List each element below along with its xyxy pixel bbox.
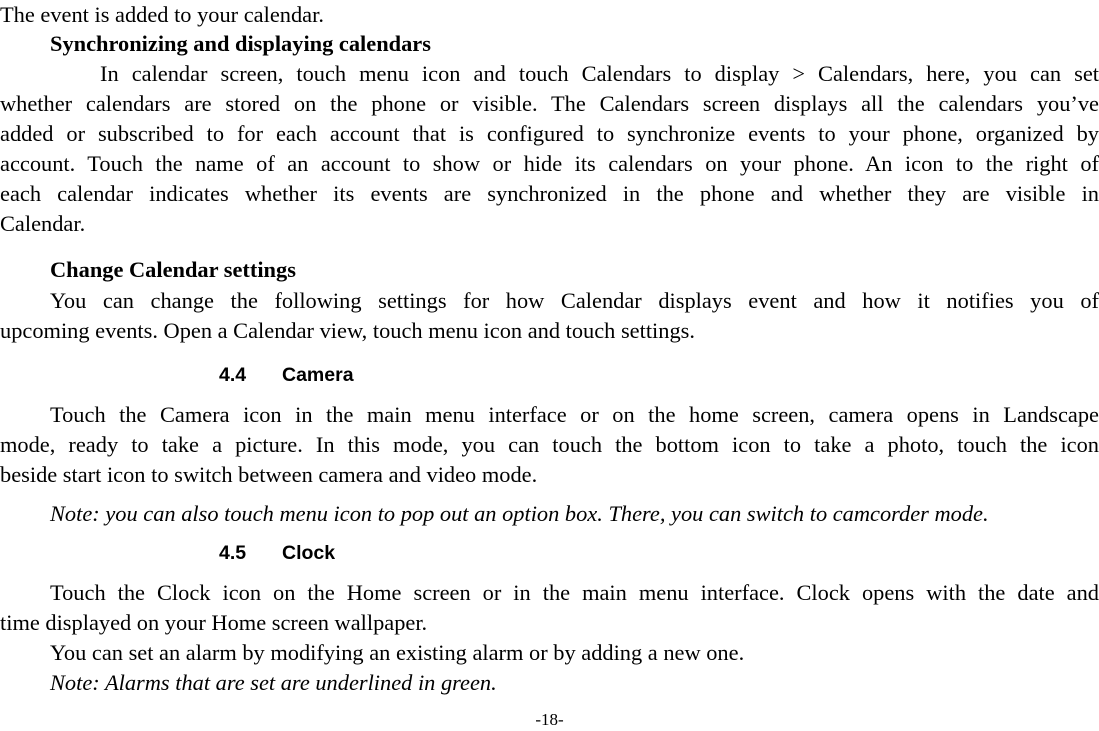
section-title: Camera (282, 364, 354, 386)
paragraph-line: account. Touch the name of an account to… (0, 151, 1099, 176)
paragraph-line: each calendar indicates whether its even… (0, 181, 1099, 206)
paragraph-line: upcoming events. Open a Calendar view, t… (0, 318, 695, 343)
section-title: Clock (282, 542, 336, 564)
alarm-text: You can set an alarm by modifying an exi… (50, 640, 745, 665)
section-number: 4.5 (219, 542, 247, 564)
paragraph-line: Touch the Clock icon on the Home screen … (50, 580, 1099, 605)
paragraph-line: beside start icon to switch between came… (0, 462, 538, 487)
sync-heading: Synchronizing and displaying calendars (50, 31, 431, 56)
clock-note: Note: Alarms that are set are underlined… (50, 670, 497, 695)
intro-text: The event is added to your calendar. (0, 2, 324, 27)
section-number: 4.4 (219, 364, 247, 386)
paragraph-line: Touch the Camera icon in the main menu i… (50, 402, 1099, 427)
paragraph-line: mode, ready to take a picture. In this m… (0, 432, 1099, 457)
paragraph-line: added or subscribed to for each account … (0, 121, 1099, 146)
paragraph-line: Calendar. (0, 211, 86, 236)
paragraph-line: time displayed on your Home screen wallp… (0, 610, 428, 635)
paragraph-line: In calendar screen, touch menu icon and … (100, 61, 1099, 86)
section-heading-clock: 4.5 Clock (0, 540, 1099, 566)
page-number: -18- (535, 710, 564, 729)
settings-heading: Change Calendar settings (50, 257, 296, 282)
section-heading-camera: 4.4 Camera (0, 362, 1099, 388)
paragraph-line: whether calendars are stored on the phon… (0, 91, 1099, 116)
camera-note: Note: you can also touch menu icon to po… (50, 501, 989, 526)
paragraph-line: You can change the following settings fo… (50, 288, 1099, 313)
